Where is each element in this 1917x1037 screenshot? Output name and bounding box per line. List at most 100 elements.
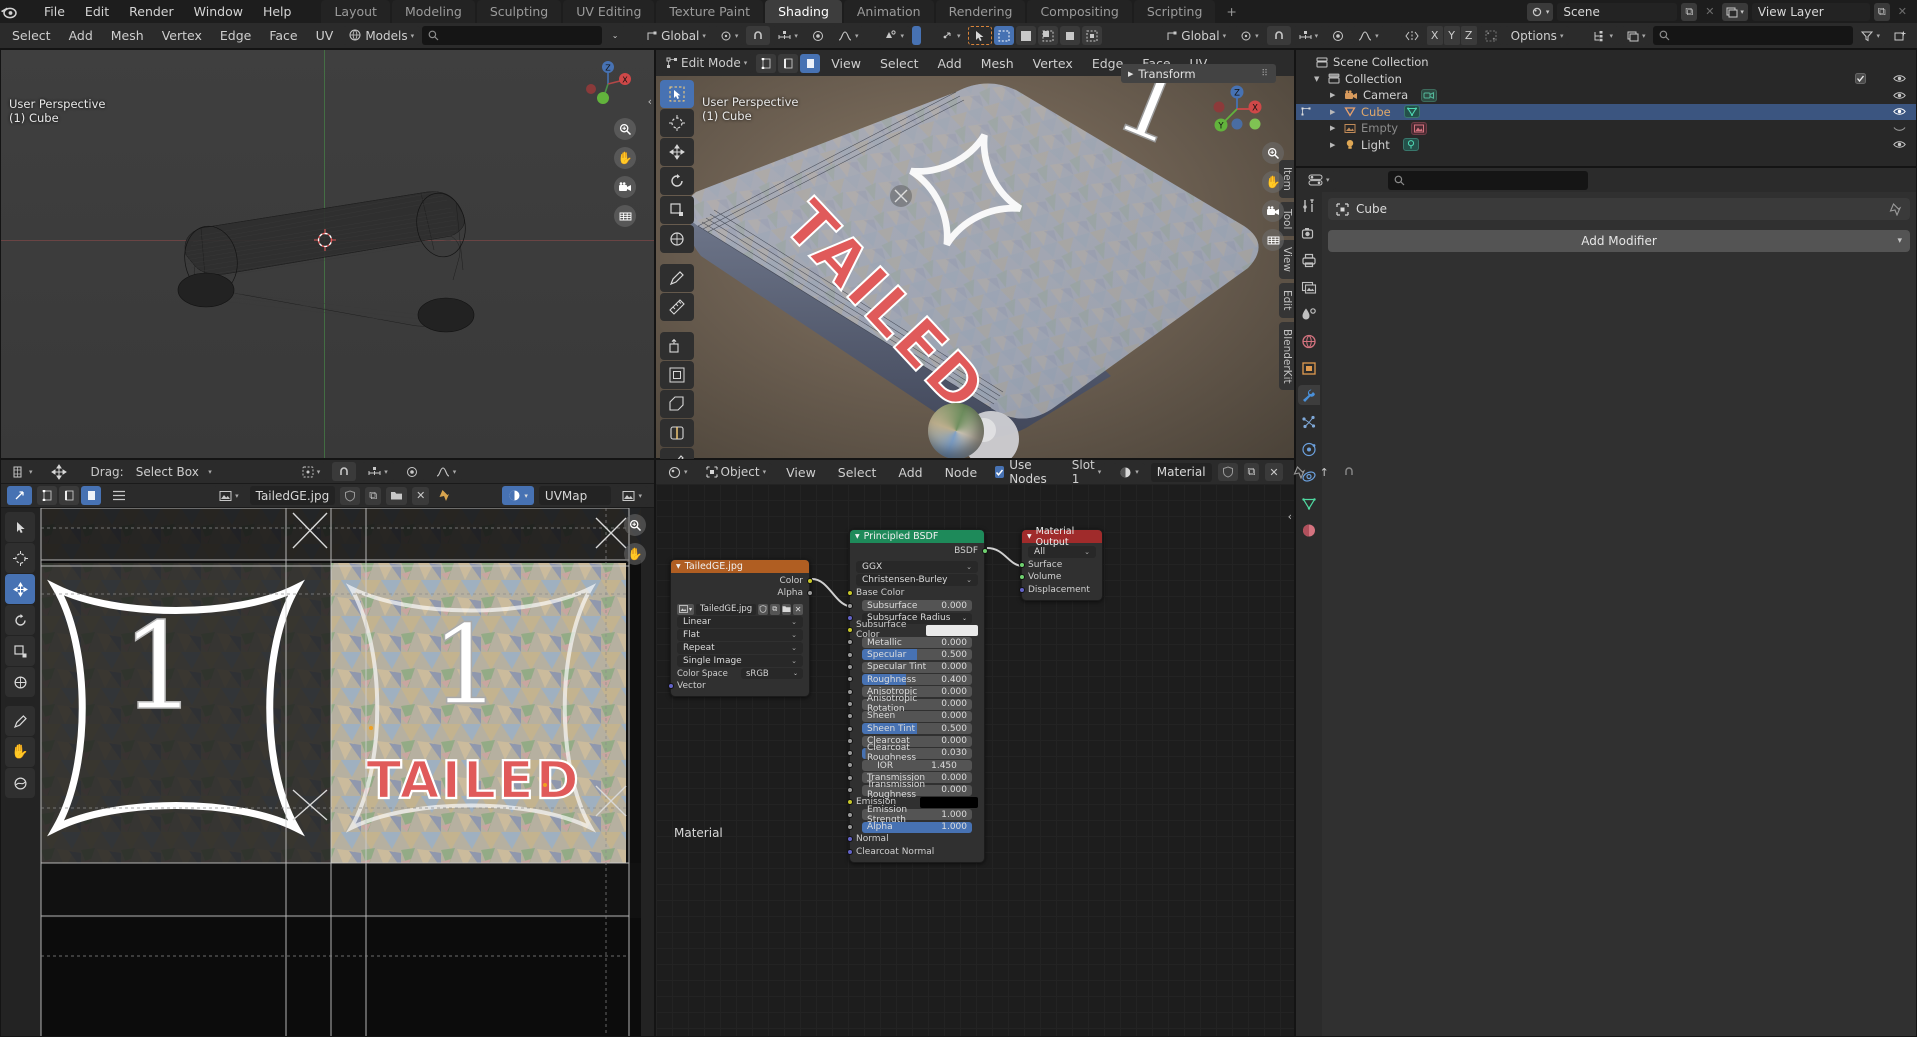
uv-edge-select-button[interactable] (59, 486, 79, 505)
uv-tool-relax-icon[interactable] (5, 768, 35, 798)
target-dropdown[interactable]: All ⌄ (1028, 546, 1096, 558)
image-duplicate-icon[interactable]: ⧉ (365, 486, 382, 505)
socket-transmission[interactable] (846, 774, 853, 781)
bsdf-input-specular-tint[interactable]: Specular Tint 0.000 (846, 661, 984, 673)
grid-ortho-icon[interactable] (1262, 229, 1284, 251)
shader-menu-view[interactable]: View (778, 463, 824, 482)
tool-transform-icon[interactable] (660, 225, 694, 253)
workspace-tab-texture-paint[interactable]: Texture Paint (656, 0, 764, 23)
bsdf-input-clearcoat-normal[interactable]: Clearcoat Normal (846, 846, 984, 858)
uv-tool-tweak-icon[interactable] (5, 512, 35, 542)
material-unlink-icon[interactable]: ✕ (1265, 463, 1283, 481)
pan-hand-icon[interactable]: ✋ (624, 543, 646, 565)
mirror-axis-y[interactable]: Y (1443, 26, 1460, 45)
bsdf-input-specular[interactable]: Specular 0.500 (846, 649, 984, 661)
socket-emission[interactable] (846, 799, 853, 806)
uv-tool-cursor-icon[interactable] (5, 543, 35, 573)
uv-snap-magnet-toggle[interactable] (332, 462, 357, 481)
scene-unlink-icon[interactable]: ✕ (1701, 3, 1718, 21)
viewport-left-wireframe[interactable]: User Perspective (1) Cube Z X ✋ ‹ (0, 49, 655, 459)
zoom-icon[interactable] (624, 514, 646, 536)
outliner-filter-id-selector[interactable]: ▾ (1620, 26, 1652, 45)
pivot-point-selector[interactable]: ▾ (713, 26, 745, 45)
header-menu-face[interactable]: Face (261, 26, 305, 45)
vp-menu-select[interactable]: Select (872, 54, 927, 73)
uv-display-mode-icon[interactable]: ▾ (616, 486, 648, 505)
camera-data-icon[interactable] (1421, 88, 1438, 102)
vp-menu-view[interactable]: View (823, 54, 869, 73)
select-subtract-button[interactable] (1060, 26, 1081, 45)
material-browse-icon[interactable]: ▾ (1113, 462, 1145, 482)
uv-image-editor[interactable]: ▾ Drag: Select Box ▾ ▾ ▾ ▾ ▾ TailedGE.jp… (0, 459, 655, 1037)
uv-face-select-button[interactable] (81, 486, 101, 505)
outliner-filter-icon[interactable]: ▾ (1855, 26, 1886, 45)
outliner-row-cube[interactable]: ▶ Cube (1296, 103, 1916, 120)
viewport-left-sidebar-toggle[interactable]: ‹ (648, 95, 652, 108)
socket-vector[interactable] (667, 682, 674, 689)
socket-roughness[interactable] (846, 676, 853, 683)
menu-render[interactable]: Render (119, 2, 184, 21)
bsdf-input-transmission-roughness[interactable]: Transmission Roughness 0.000 (846, 780, 984, 800)
uv-tool-transform-icon[interactable] (5, 667, 35, 697)
socket-subsurface-radius[interactable] (846, 614, 853, 621)
viewport-left-axis-gizmo[interactable]: Z X (582, 58, 634, 110)
scene-tab-icon[interactable] (1298, 304, 1320, 324)
active-tool-cursor-icon[interactable] (968, 26, 993, 45)
uv-snap-target-selector[interactable]: ▾ (362, 462, 394, 481)
pan-hand-icon[interactable]: ✋ (614, 147, 636, 169)
output-input-volume[interactable]: Volume (1018, 571, 1102, 583)
snap-magnet-toggle[interactable] (746, 26, 771, 45)
bsdf-input-ior[interactable]: IOR 1.450 (846, 759, 984, 772)
header-menu-vertex[interactable]: Vertex (154, 26, 210, 45)
render-tab-icon[interactable] (1298, 223, 1320, 243)
socket-anisotropic-rotation[interactable] (846, 700, 853, 707)
socket-bsdf[interactable] (981, 548, 988, 554)
properties-search-input[interactable] (1387, 170, 1588, 190)
workspace-tab-rendering[interactable]: Rendering (935, 0, 1026, 23)
new-collection-icon[interactable] (1888, 26, 1913, 45)
sidebar-tab-blenderkit[interactable]: BlenderKit (1279, 321, 1294, 391)
node-header[interactable]: ▼ TailedGE.jpg (671, 560, 809, 573)
subsurface-method-dropdown[interactable]: Christensen-Burley ⌄ (856, 574, 978, 587)
bsdf-input-sheen[interactable]: Sheen 0.000 (846, 710, 984, 722)
object-data-tab-icon[interactable] (1298, 493, 1320, 513)
vertex-select-button[interactable] (756, 53, 777, 73)
image-unlink-icon[interactable]: ✕ (412, 486, 430, 505)
select-intersect-button[interactable] (1082, 26, 1103, 45)
tool-tab-icon[interactable] (1298, 196, 1320, 216)
uv-menu-hamburger-icon[interactable] (106, 486, 132, 505)
viewport-right-canvas[interactable]: 1 TAILED (656, 76, 1294, 458)
uv-pivot-selector[interactable]: ▾ (295, 462, 327, 481)
shader-menu-node[interactable]: Node (937, 463, 986, 482)
material-duplicate-icon[interactable]: ⧉ (1243, 463, 1260, 481)
socket-volume[interactable] (1018, 574, 1025, 581)
socket-clearcoat-normal[interactable] (846, 848, 853, 855)
node-input-vector[interactable]: Vector (667, 680, 809, 692)
outliner-search-input[interactable] (1653, 26, 1854, 45)
shader-editor-type-icon[interactable]: ▾ (662, 462, 694, 482)
select-box-button[interactable] (1016, 26, 1037, 45)
uv-tool-scale-icon[interactable] (5, 636, 35, 666)
node-header[interactable]: ▼ Material Output (1022, 526, 1102, 548)
properties-breadcrumb[interactable]: Cube (1328, 198, 1910, 220)
node-output-color[interactable]: Color (671, 575, 813, 587)
options-dropdown[interactable]: Options ▾ (1504, 26, 1570, 45)
uv-tool-rotate-icon[interactable] (5, 605, 35, 635)
distribution-dropdown[interactable]: GGX ⌄ (856, 561, 978, 574)
tool-cursor-icon[interactable] (660, 109, 694, 137)
workspace-tab-sculpting[interactable]: Sculpting (476, 0, 562, 23)
header-menu-edge[interactable]: Edge (212, 26, 259, 45)
header-search-input[interactable] (422, 26, 603, 45)
bsdf-input-normal[interactable]: Normal (846, 833, 984, 845)
drag-mode-selector[interactable]: Select Box ▾ (129, 462, 218, 481)
uv-falloff-selector[interactable]: ▾ (429, 462, 463, 481)
folder-icon[interactable] (781, 603, 792, 615)
face-select-button[interactable] (800, 53, 821, 73)
uvmap-name-field[interactable]: UVMap (538, 486, 612, 505)
socket-base-color[interactable] (846, 590, 853, 597)
outliner-editor[interactable]: ▶ Scene Collection ▼ Collection (1295, 49, 1917, 167)
shader-sidebar-toggle[interactable]: ‹ (1288, 510, 1292, 523)
tool-extrude-icon[interactable] (660, 332, 694, 360)
outliner-row-collection[interactable]: ▼ Collection (1296, 71, 1916, 88)
principled-bsdf-node[interactable]: ▼ Principled BSDF BSDF GGX ⌄ Christensen-… (846, 529, 988, 863)
